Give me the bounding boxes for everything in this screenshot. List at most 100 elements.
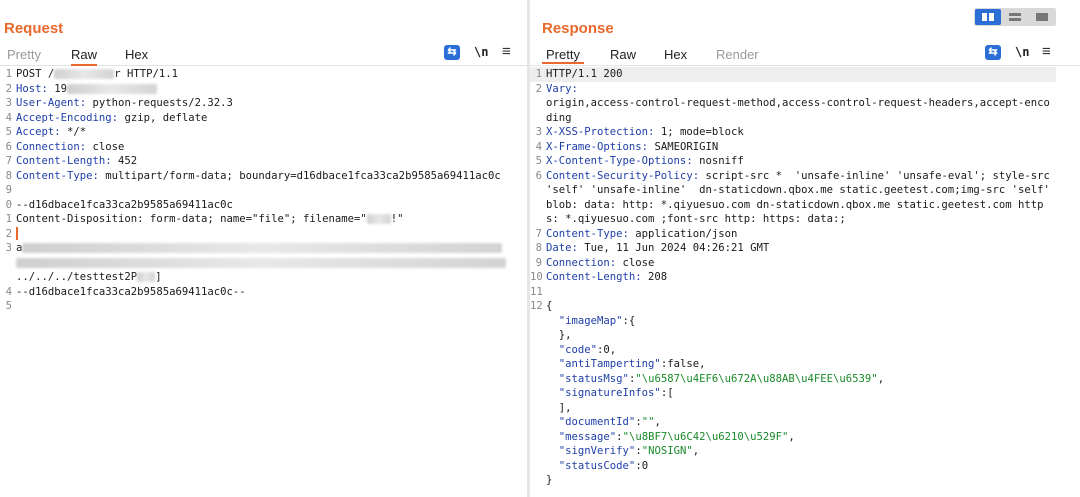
layout-single-button[interactable] bbox=[1029, 9, 1055, 25]
header-key: Content-Type: bbox=[16, 169, 99, 182]
line-text: "statusCode":0 bbox=[546, 459, 1056, 474]
layout-side-by-side-button[interactable] bbox=[975, 9, 1001, 25]
line-number: 8 bbox=[535, 242, 542, 254]
code-line: 9 bbox=[0, 183, 527, 198]
code-line: "statusCode":0 bbox=[530, 459, 1056, 474]
text-caret bbox=[16, 227, 18, 240]
code-text: application/json bbox=[628, 227, 738, 240]
line-text: Content-Security-Policy: script-src * 'u… bbox=[546, 169, 1056, 227]
code-line: 11 bbox=[530, 285, 1056, 300]
response-menu-icon[interactable]: ≡ bbox=[1042, 43, 1051, 60]
redacted-text bbox=[366, 214, 391, 224]
code-line: ], bbox=[530, 401, 1056, 416]
header-key: X-Content-Type-Options: bbox=[546, 155, 693, 167]
code-line: 8 Content-Type: multipart/form-data; boun… bbox=[0, 169, 527, 184]
line-text bbox=[546, 285, 1056, 300]
code-line: 3 User-Agent: python-requests/2.32.3 bbox=[0, 96, 527, 111]
line-text: Date: Tue, 11 Jun 2024 04:26:21 GMT bbox=[546, 241, 1056, 256]
code-text: nosniff bbox=[692, 155, 744, 167]
newline-toggle-icon[interactable]: \n bbox=[474, 45, 488, 59]
line-number: 9 bbox=[535, 256, 542, 269]
header-key: X-Frame-Options: bbox=[546, 140, 649, 153]
header-key: Connection: bbox=[546, 256, 617, 269]
code-line: 7 Content-Type: application/json bbox=[530, 227, 1056, 242]
code-line: 5 X-Content-Type-Options: nosniff bbox=[530, 154, 1056, 169]
code-text: :0 bbox=[635, 459, 649, 472]
line-text: origin,access-control-request-method,acc… bbox=[546, 96, 1056, 125]
line-text: Accept: */* bbox=[16, 125, 527, 140]
line-number bbox=[530, 444, 546, 459]
newline-toggle-icon[interactable]: \n bbox=[1015, 45, 1029, 59]
line-number: 10 bbox=[530, 271, 543, 283]
line-text: "code":0, bbox=[546, 343, 1056, 358]
line-number: 6 bbox=[5, 140, 12, 153]
line-number bbox=[530, 357, 546, 372]
line-number bbox=[0, 256, 16, 271]
line-text bbox=[16, 227, 527, 242]
word-wrap-icon[interactable]: ⇆ bbox=[444, 45, 460, 60]
header-key: X-XSS-Protection: bbox=[546, 126, 655, 138]
code-text: POST / bbox=[16, 68, 55, 80]
code-line: 4 --d16dbace1fca33ca2b9585a69411ac0c-- bbox=[0, 285, 527, 300]
code-text: ], bbox=[546, 401, 572, 414]
line-text: User-Agent: python-requests/2.32.3 bbox=[16, 96, 527, 111]
code-line: 9 Connection: close bbox=[530, 256, 1056, 271]
request-editor[interactable]: 1 POST / r HTTP/1.1 2 Host: 19 3 User-Agent: p… bbox=[0, 67, 527, 497]
line-number: 5 bbox=[5, 300, 12, 312]
line-number: 6 bbox=[535, 169, 542, 182]
code-line: 5 Accept: */* bbox=[0, 125, 527, 140]
response-pane: Response Pretty Raw Hex Render ⇆ \n ≡ 1H… bbox=[530, 0, 1080, 497]
tab-response-render[interactable]: Render bbox=[716, 47, 759, 62]
line-number: 4 bbox=[5, 285, 12, 298]
tab-request-pretty[interactable]: Pretty bbox=[7, 47, 41, 62]
line-number bbox=[530, 96, 546, 125]
redacted-text bbox=[22, 243, 503, 253]
request-menu-icon[interactable]: ≡ bbox=[502, 43, 511, 60]
code-line: 2 Vary: bbox=[530, 82, 1056, 97]
code-line: 8 Date: Tue, 11 Jun 2024 04:26:21 GMT bbox=[530, 241, 1056, 256]
line-text: "antiTamperting":false, bbox=[546, 357, 1056, 372]
line-number: 3 bbox=[535, 126, 542, 138]
code-line: }, bbox=[530, 328, 1056, 343]
request-tabs: Pretty Raw Hex ⇆ \n ≡ bbox=[0, 43, 527, 66]
tab-response-pretty[interactable]: Pretty bbox=[542, 47, 584, 64]
code-text: origin,access-control-request-method,acc… bbox=[546, 97, 1050, 124]
line-number: 1 bbox=[535, 68, 542, 80]
line-number: 5 bbox=[5, 126, 12, 138]
line-text: Content-Length: 208 bbox=[546, 270, 1056, 285]
header-key: Content-Type: bbox=[546, 227, 629, 240]
tab-response-hex[interactable]: Hex bbox=[664, 47, 687, 62]
line-number bbox=[530, 372, 546, 387]
response-editor[interactable]: 1 HTTP/1.1 200 2 Vary: origin,access-control… bbox=[530, 67, 1056, 497]
line-number bbox=[530, 459, 546, 474]
header-key: Content-Length: bbox=[16, 155, 112, 167]
code-text: */* bbox=[60, 126, 87, 138]
line-text bbox=[16, 256, 527, 271]
header-key: "code" bbox=[546, 343, 598, 356]
code-text: 1; mode=block bbox=[654, 126, 744, 138]
code-text: !" bbox=[390, 213, 404, 225]
line-number: 7 bbox=[5, 155, 12, 167]
line-number: 0 bbox=[5, 198, 12, 211]
line-text: "message":"\u8BF7\u6C42\u6210\u529F", bbox=[546, 430, 1056, 445]
line-text: Content-Type: multipart/form-data; bound… bbox=[16, 169, 527, 184]
header-key: "statusMsg" bbox=[546, 372, 629, 385]
json-string: "\u6587\u4EF6\u672A\u88AB\u4FEE\u6539" bbox=[635, 372, 878, 385]
tab-request-hex[interactable]: Hex bbox=[125, 47, 148, 62]
code-line: "antiTamperting":false, bbox=[530, 357, 1056, 372]
code-text: :[ bbox=[660, 387, 674, 399]
code-text: 208 bbox=[641, 271, 668, 283]
layout-stacked-button[interactable] bbox=[1002, 9, 1028, 25]
code-line: 4 Accept-Encoding: gzip, deflate bbox=[0, 111, 527, 126]
header-key: "message" bbox=[546, 430, 617, 443]
tab-request-raw[interactable]: Raw bbox=[71, 47, 98, 66]
code-text: 452 bbox=[111, 155, 138, 167]
header-key: "signatureInfos" bbox=[546, 387, 661, 399]
word-wrap-icon[interactable]: ⇆ bbox=[985, 45, 1001, 60]
code-line: 1 POST / r HTTP/1.1 bbox=[0, 67, 527, 82]
line-text: X-Content-Type-Options: nosniff bbox=[546, 154, 1056, 169]
redacted-text bbox=[137, 272, 156, 282]
tab-response-raw[interactable]: Raw bbox=[610, 47, 636, 62]
line-number: 1 bbox=[5, 68, 12, 80]
line-number: 9 bbox=[5, 184, 12, 196]
